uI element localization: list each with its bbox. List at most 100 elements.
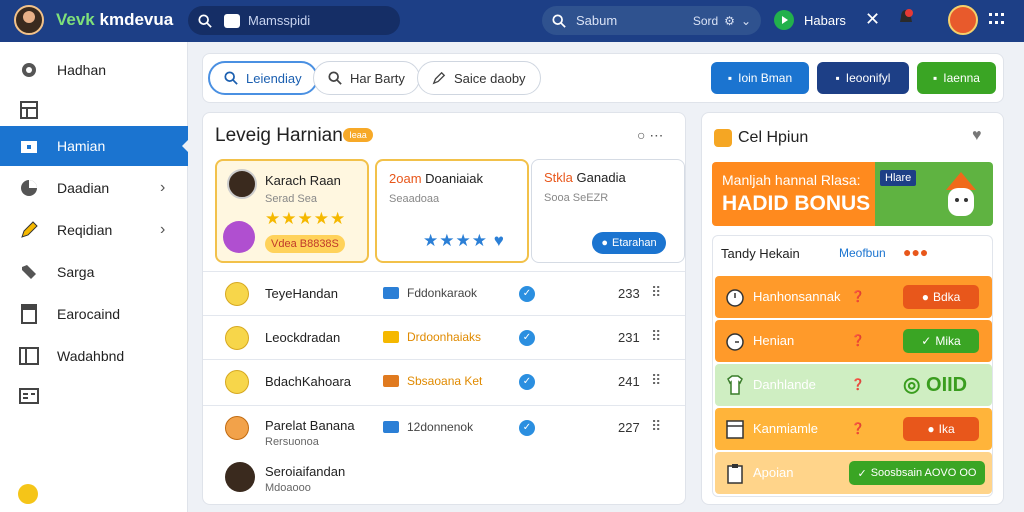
chevron-right-icon[interactable]: › — [160, 221, 165, 239]
reward-label: Apoian — [753, 465, 794, 480]
drag-handle-icon[interactable]: ⠿ — [651, 372, 661, 389]
table-row[interactable]: TeyeHandan Fddonkaraok ✓ 233 ⠿ — [203, 271, 685, 315]
gamepad-icon — [224, 13, 240, 28]
button-label: Etarahan — [612, 237, 657, 249]
name-prefix: 2oam — [389, 171, 422, 186]
user-sub: Serad Sea — [265, 193, 317, 205]
user-card-2[interactable]: 2oam Doaniaiak Seaadoaa ★★★★ ♥ — [375, 159, 529, 263]
user-icon: ● — [601, 237, 608, 249]
user-icon: ▪ — [727, 71, 733, 85]
heart-icon: ♥ — [493, 231, 505, 250]
play-icon[interactable] — [774, 10, 794, 30]
sidebar-item-hadhan[interactable]: Hadhan — [0, 50, 188, 90]
row-file: Drdoonhaiaks — [407, 330, 482, 344]
box-icon: ▪ — [933, 71, 938, 85]
mascot-icon — [223, 221, 255, 253]
chevron-right-icon[interactable]: › — [160, 179, 165, 197]
pencil-icon — [18, 219, 40, 241]
banner-tag: Hlare — [880, 170, 917, 186]
bell-icon[interactable] — [897, 8, 915, 28]
tab-label: Leiendiay — [246, 70, 302, 86]
status-label: Habars — [804, 13, 846, 28]
tab-har-barty[interactable]: Har Barty — [313, 61, 420, 95]
card-action-button[interactable]: ● Etarahan — [592, 232, 666, 254]
user-avatar[interactable] — [948, 5, 978, 35]
panel-title: Cel Hpiun — [738, 129, 809, 146]
reward-item[interactable]: Apoian ✓ Soosbsain AOVO OO — [715, 452, 992, 494]
heart-icon[interactable]: ♥ — [972, 127, 982, 145]
sidebar-item-calendar[interactable] — [0, 90, 188, 130]
folder-icon — [383, 331, 399, 343]
tools-icon — [18, 261, 40, 283]
archive-icon — [18, 345, 40, 367]
table-row-group[interactable]: Parelat Banana Rersuonoa 12donnenok ✓ 22… — [203, 405, 685, 504]
main-panel: Leveig Harnian Ieaa ○ ⋯ Karach Raan Sera… — [202, 112, 686, 505]
clipboard-icon — [727, 464, 743, 484]
drag-handle-icon[interactable]: ⠿ — [651, 328, 661, 345]
trophy-icon — [714, 129, 732, 147]
sidebar-item-daadian[interactable]: Daadian › — [0, 168, 188, 208]
settings-icon[interactable]: ⚙ — [724, 14, 735, 28]
sidebar-item-sarga[interactable]: Sarga — [0, 252, 188, 292]
alarm-clock-icon — [726, 333, 744, 351]
emoji-avatar — [225, 282, 249, 306]
table-row[interactable]: BdachKahoara Sbsaoana Ket ✓ 241 ⠿ — [203, 359, 685, 403]
reward-icons: ●●● — [903, 244, 929, 260]
mascot-icon — [946, 172, 976, 216]
logo-avatar[interactable] — [14, 5, 44, 35]
reward-item[interactable]: Kanmiamle ❓ ● Ika — [715, 408, 992, 450]
sidebar-item-earocaind[interactable]: Earocaind — [0, 294, 188, 334]
pill-label: Bdka — [932, 290, 961, 304]
user-card-1[interactable]: Karach Raan Serad Sea ★★★★★ Vdea B8838S — [215, 159, 369, 263]
sidebar-item-wadahbnd[interactable]: Wadahbnd — [0, 336, 188, 376]
drag-handle-icon[interactable]: ⠿ — [651, 418, 661, 435]
tab-leiendiay[interactable]: Leiendiay — [208, 61, 318, 95]
reward-pill[interactable]: ✓ Soosbsain AOVO OO — [849, 461, 985, 485]
sidebar-item-hamian[interactable]: Hamian — [0, 126, 189, 166]
avatar — [227, 169, 257, 199]
save-icon: ▪ — [835, 71, 840, 85]
more-icon[interactable]: ⋯ — [649, 127, 663, 143]
search-input[interactable]: Mamsspidi — [188, 6, 400, 35]
apps-grid-icon[interactable] — [989, 13, 1005, 27]
sidebar-item-label: Hamian — [57, 138, 106, 154]
panel-actions[interactable]: ○ ⋯ — [637, 127, 663, 144]
check-icon: ✓ — [519, 330, 535, 346]
row-count: 233 — [618, 286, 640, 301]
sidebar-item-card[interactable] — [0, 376, 188, 416]
action-button-2[interactable]: ▪ Ieoonifyl — [817, 62, 909, 94]
sidebar-item-label: Wadahbnd — [57, 348, 125, 364]
check-icon: ✓ — [921, 334, 932, 348]
reward-item[interactable]: Henian ❓ ✓ Mika — [715, 320, 992, 362]
action-button-3[interactable]: ▪ Iaenna — [917, 62, 996, 94]
sidebar-item-label: Reqidian — [57, 222, 113, 238]
tab-saice-daoby[interactable]: Saice daoby — [417, 61, 541, 95]
reward-pill[interactable]: ● Bdka — [903, 285, 979, 309]
edit-icon — [432, 71, 446, 85]
emoji-avatar — [225, 370, 249, 394]
button-label: Ioin Bman — [738, 71, 793, 85]
brand-rest: kmdevua — [99, 10, 174, 29]
action-button-1[interactable]: ▪ Ioin Bman — [711, 62, 809, 94]
reward-list: Tandy Hekain Meofbun ●●● Hanhonsannak ❓ … — [712, 235, 993, 497]
sidebar-item-reqidian[interactable]: Reqidian › — [0, 210, 188, 250]
brand-name[interactable]: Vevk kmdevua — [56, 10, 173, 30]
reward-item[interactable]: Danhlande ❓ ◎ OIID — [715, 364, 992, 406]
reward-item[interactable]: Hanhonsannak ❓ ● Bdka — [715, 276, 992, 318]
close-icon[interactable]: ✕ — [865, 9, 880, 30]
chevron-down-icon[interactable]: ⌄ — [741, 14, 751, 28]
user-card-3[interactable]: Stkla Ganadia Sooa SeEZR ● Etarahan — [531, 159, 685, 263]
circle-icon[interactable]: ○ — [637, 127, 645, 143]
search-icon — [198, 13, 212, 28]
reward-pill[interactable]: ✓ Mika — [903, 329, 979, 353]
card-icon — [18, 385, 40, 407]
promo-banner[interactable]: Manljah hannal Rlasa: HADID BONUS Hlare — [712, 162, 993, 226]
row-file: Fddonkaraok — [407, 286, 478, 300]
rating-stars: ★★★★★ — [265, 209, 347, 228]
calendar-icon — [726, 420, 744, 439]
reward-pill[interactable]: ● Ika — [903, 417, 979, 441]
table-row[interactable]: Leockdradan Drdoonhaiaks ✓ 231 ⠿ — [203, 315, 685, 359]
drag-handle-icon[interactable]: ⠿ — [651, 284, 661, 301]
reward-pill[interactable]: ◎ OIID — [903, 372, 967, 397]
secondary-search-input[interactable]: Sabum Sord ⚙ ⌄ — [542, 6, 761, 35]
